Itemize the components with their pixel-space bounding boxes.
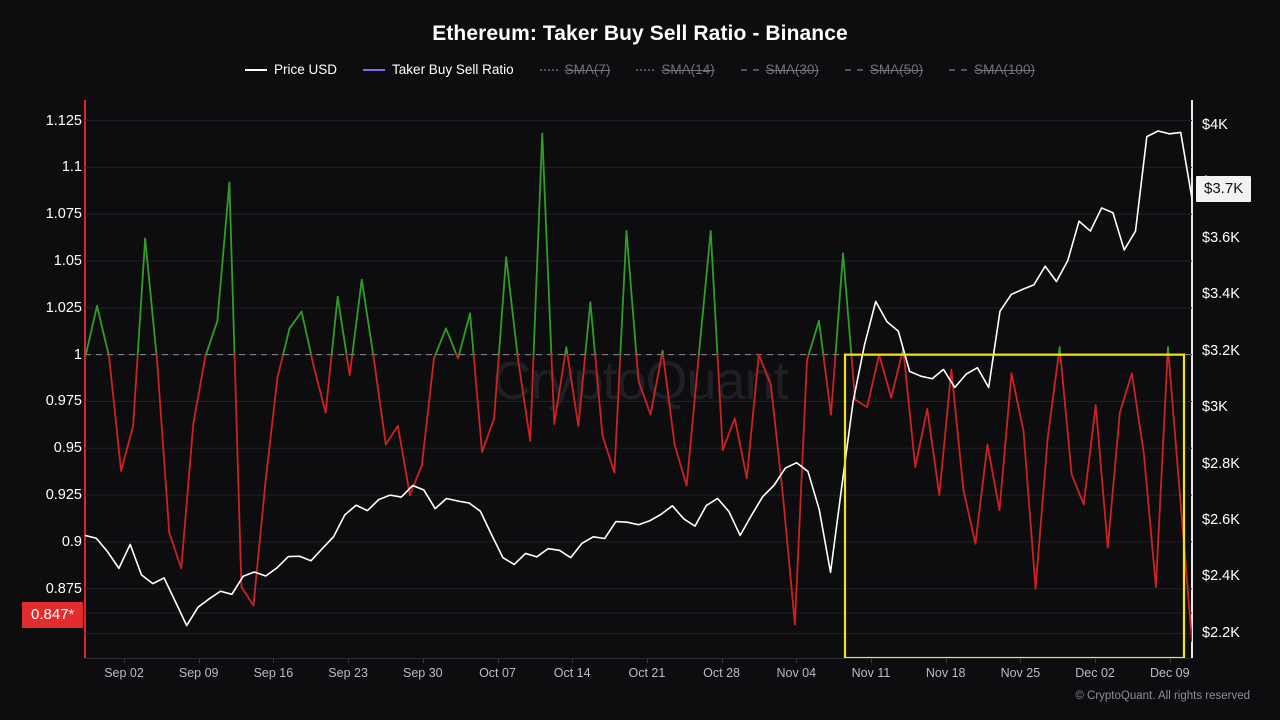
legend-item-label: SMA(7) (564, 62, 611, 77)
x-axis-tick-mark (1169, 658, 1171, 663)
right-axis-tick-label: $3.6K (1202, 230, 1240, 247)
series-taker-buy-sell-ratio (85, 132, 1192, 643)
legend-swatch-icon (844, 68, 863, 71)
x-axis-tick-mark (198, 658, 200, 663)
legend-item-taker-buy-sell-ratio[interactable]: Taker Buy Sell Ratio (363, 62, 514, 77)
left-axis-tick-label: 1.1 (61, 159, 82, 176)
right-axis-tick-label: $3.4K (1202, 286, 1240, 303)
right-axis-tick-label: $4K (1202, 117, 1228, 134)
bottom-axis-line (85, 658, 1192, 659)
left-axis-tick-label: 1.05 (53, 253, 82, 270)
legend-swatch-icon (245, 68, 268, 71)
left-axis-tick-label: 0.95 (53, 440, 82, 457)
x-axis-tick-mark (124, 658, 125, 663)
legend-item-sma-100[interactable]: SMA(100) (949, 62, 1035, 77)
left-axis-tick-label: 0.975 (45, 393, 82, 410)
legend-item-price-usd[interactable]: Price USD (245, 62, 337, 77)
chart-page: Ethereum: Taker Buy Sell Ratio - Binance… (0, 0, 1280, 720)
x-axis-tick-mark (796, 658, 798, 663)
x-axis-tick-mark (1020, 658, 1022, 663)
x-axis-tick-mark (497, 658, 499, 663)
legend-item-label: SMA(14) (661, 62, 715, 77)
legend-item-label: SMA(50) (869, 62, 924, 77)
legend-item-sma-7[interactable]: SMA(7) (539, 62, 611, 77)
legend-item-sma-14[interactable]: SMA(14) (636, 62, 715, 77)
right-axis-tick-label: $2.6K (1202, 511, 1240, 528)
left-axis-tick-label: 0.925 (45, 487, 82, 504)
right-axis-tick-label: $2.8K (1202, 455, 1240, 472)
x-axis-tick-mark (646, 658, 648, 663)
legend-item-label: Price USD (274, 62, 338, 77)
right-axis-tick-label: $2.4K (1202, 568, 1240, 585)
ratio-value-badge: 0.847* (22, 602, 84, 628)
left-axis-tick-label: 1.075 (45, 206, 82, 223)
right-axis-tick-label: $3.2K (1202, 342, 1240, 359)
x-axis-tick-mark (721, 658, 723, 663)
chart-svg (85, 120, 1192, 658)
legend-item-label: SMA(100) (974, 62, 1035, 77)
legend-item-label: SMA(30) (765, 62, 819, 77)
highlight-box (843, 353, 1186, 658)
legend-swatch-icon (363, 68, 386, 71)
price-value-badge: $3.7K (1196, 176, 1252, 202)
left-axis-tick-label: 1.025 (45, 299, 82, 316)
left-axis-tick-label: 0.9 (61, 533, 82, 550)
page-title: Ethereum: Taker Buy Sell Ratio - Binance (432, 22, 848, 45)
x-axis-tick-mark (572, 658, 574, 663)
right-axis-tick-label: $3K (1202, 399, 1228, 416)
x-axis-tick-mark (348, 658, 350, 663)
legend-swatch-icon (949, 68, 968, 71)
legend-item-label: Taker Buy Sell Ratio (392, 62, 514, 77)
x-axis-tick-mark (1095, 658, 1097, 663)
x-axis-tick-label: Dec 09 (1149, 666, 1190, 680)
x-axis-tick-mark (273, 658, 275, 663)
legend-swatch-icon (636, 68, 655, 71)
plot-area (85, 100, 1192, 658)
legend-swatch-icon (740, 68, 759, 71)
left-axis-tick-label: 1 (73, 346, 82, 363)
legend-item-sma-30[interactable]: SMA(30) (740, 62, 819, 77)
legend-item-sma-50[interactable]: SMA(50) (844, 62, 924, 77)
chart-legend: Price USD Taker Buy Sell Ratio SMA(7) SMA(1… (0, 62, 1280, 77)
copyright-notice: © CryptoQuant. All rights reserved (1075, 690, 1250, 702)
left-axis-tick-label: 1.125 (45, 112, 82, 129)
x-axis-tick-mark (945, 658, 947, 663)
legend-swatch-icon (539, 68, 558, 71)
right-axis-tick-label: $2.2K (1202, 624, 1240, 641)
left-axis-tick-label: 0.875 (45, 580, 82, 597)
x-axis-tick-mark (422, 658, 424, 663)
x-axis-tick-mark (871, 658, 872, 663)
